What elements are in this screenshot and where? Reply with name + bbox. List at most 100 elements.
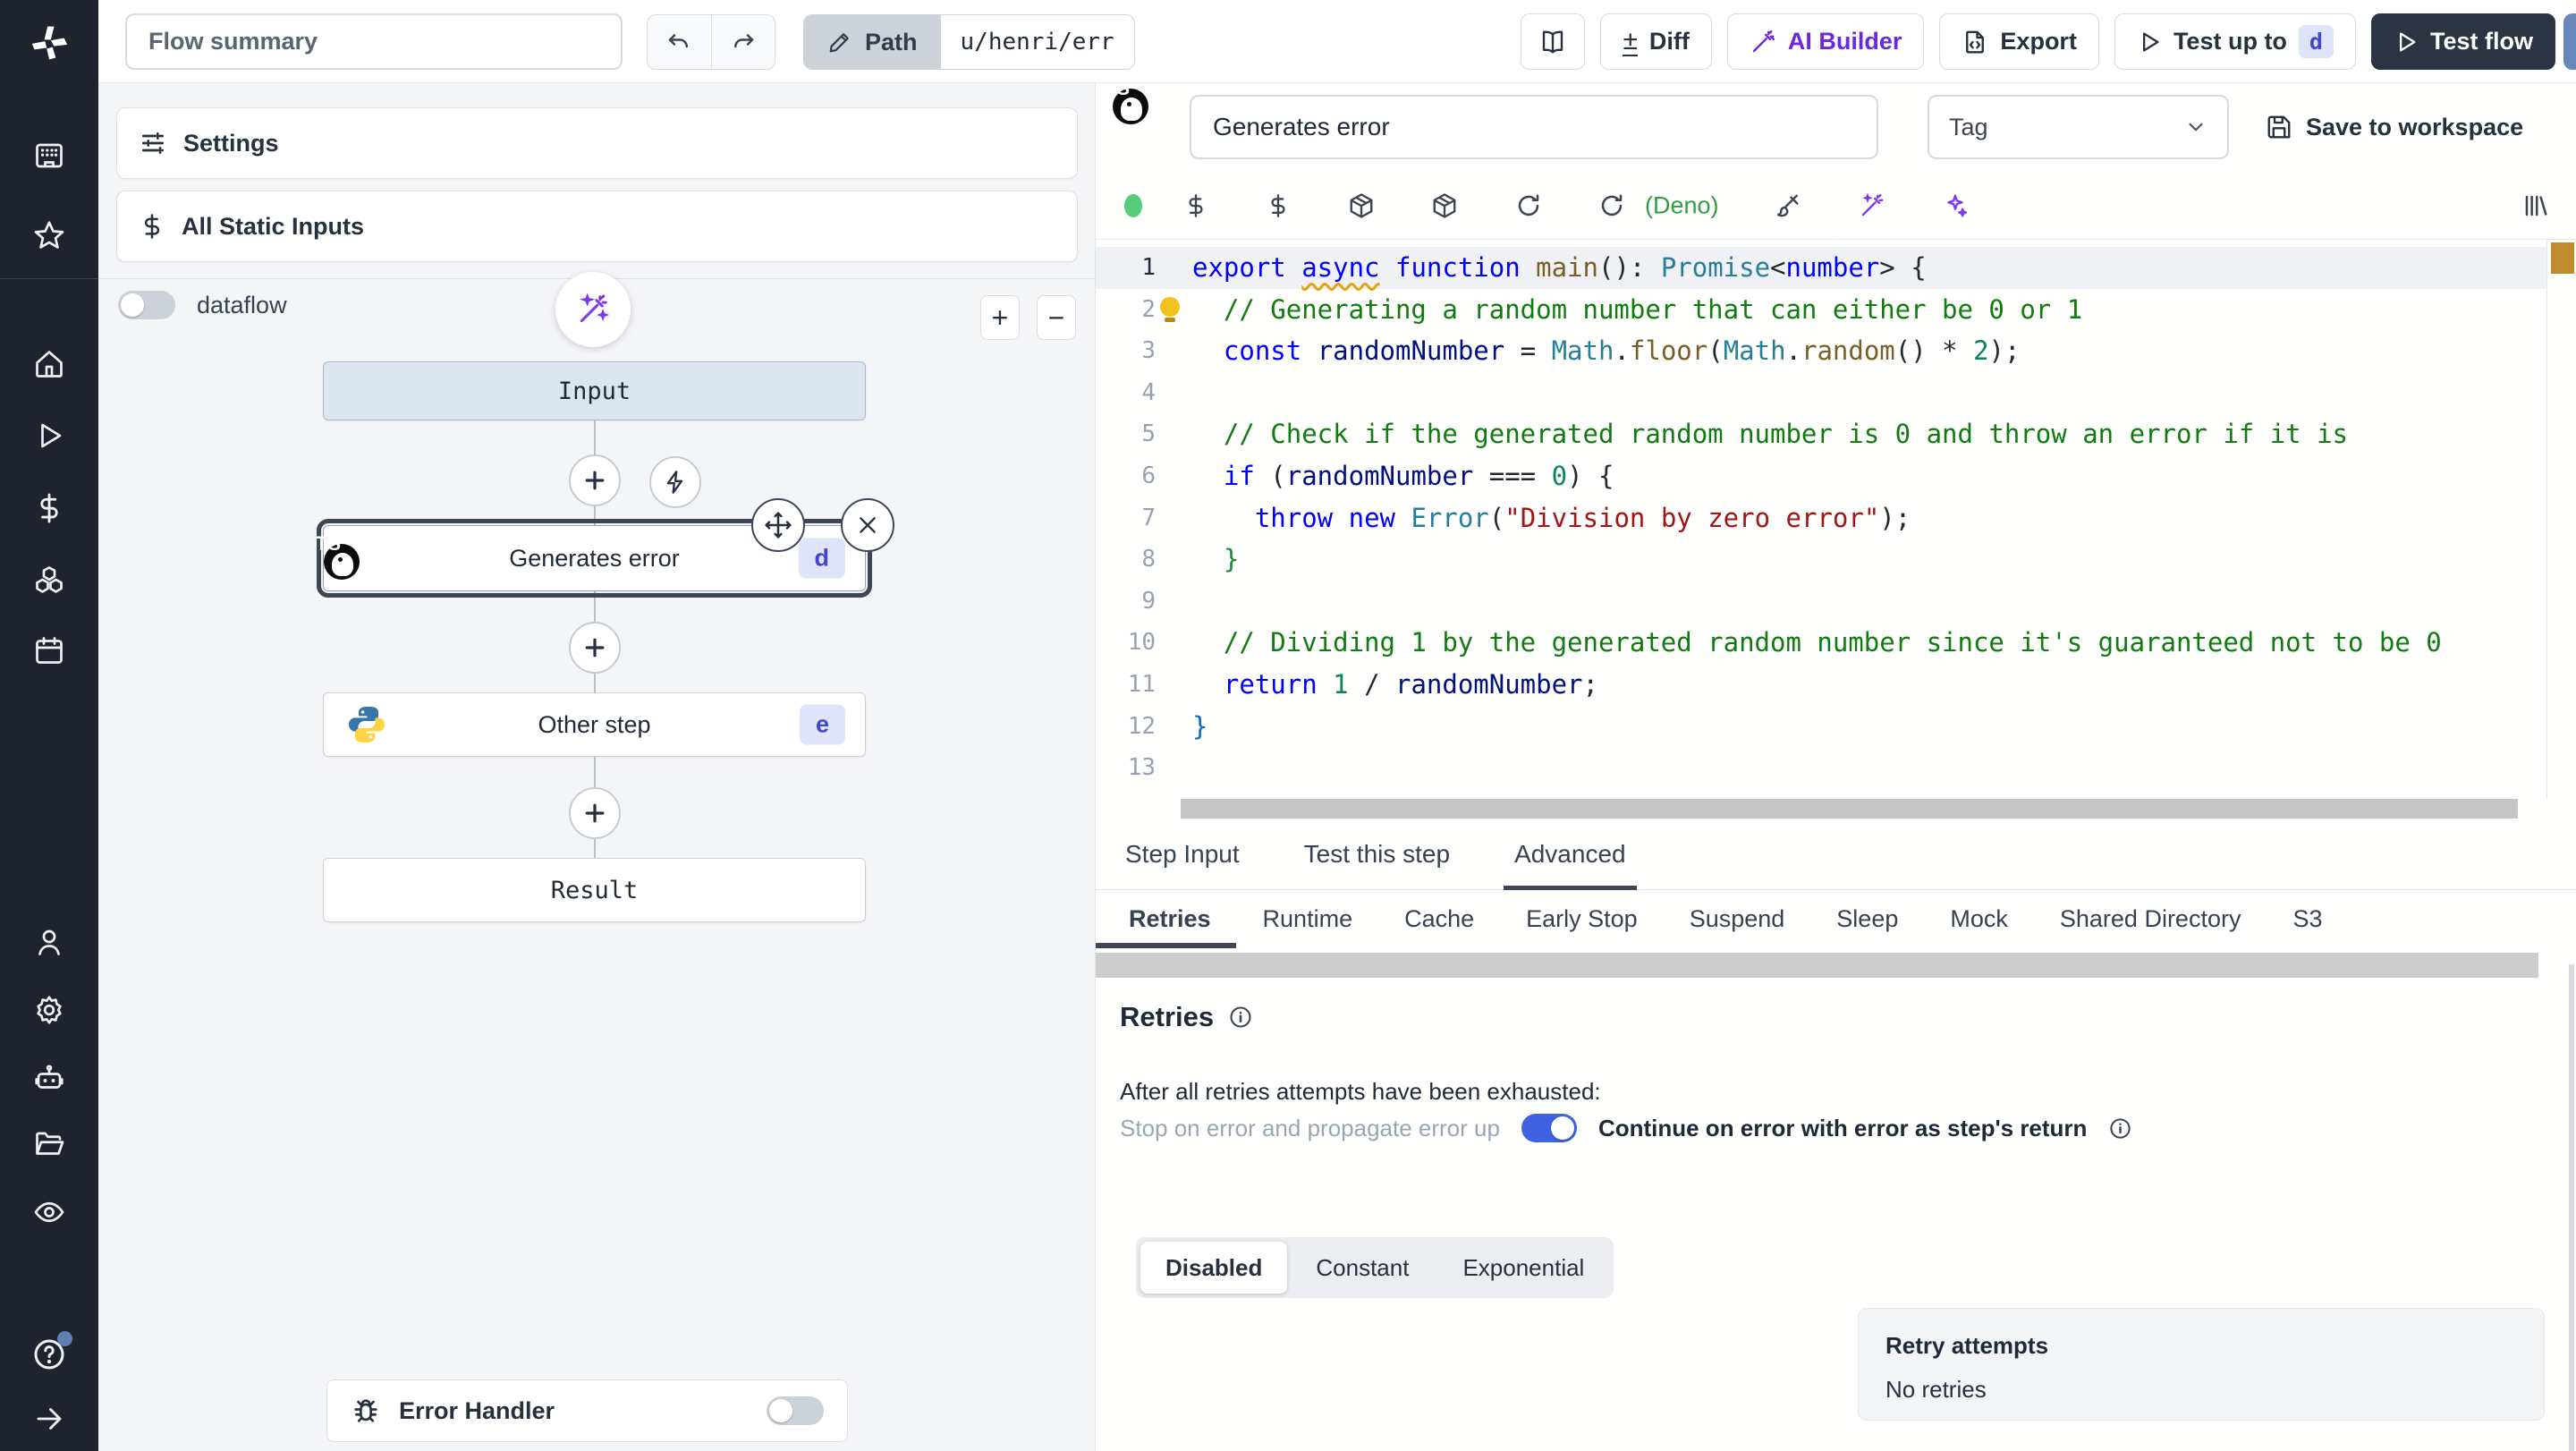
- audit-eye-icon[interactable]: [30, 1192, 69, 1232]
- move-step-button[interactable]: [751, 498, 805, 552]
- redo-button[interactable]: [710, 15, 775, 69]
- variables-icon[interactable]: [30, 488, 69, 528]
- ai-chat-sidebar-stub[interactable]: [2563, 13, 2576, 70]
- code-line[interactable]: [1096, 372, 2546, 414]
- code-line[interactable]: [1096, 747, 2546, 789]
- add-step-button[interactable]: [569, 787, 621, 839]
- subtab-s3[interactable]: S3: [2292, 890, 2322, 948]
- docs-book-button[interactable]: [1521, 13, 1586, 70]
- code-line[interactable]: return 1 / randomNumber;: [1096, 664, 2546, 706]
- undo-button[interactable]: [648, 15, 711, 69]
- line-number: 11: [1127, 670, 1156, 698]
- zoom-out-button[interactable]: −: [1037, 295, 1076, 340]
- dataflow-toggle[interactable]: [118, 291, 175, 319]
- tab-test-this-step[interactable]: Test this step: [1304, 819, 1450, 890]
- flow-summary-input[interactable]: [125, 13, 623, 70]
- save-to-workspace-button[interactable]: Save to workspace: [2266, 95, 2523, 159]
- code-horizontal-scrollbar[interactable]: [1181, 799, 2576, 819]
- add-variable-icon[interactable]: [1183, 193, 1208, 218]
- panel-vertical-scrollbar[interactable]: [2569, 964, 2574, 1451]
- flow-node-input[interactable]: Input: [323, 361, 866, 420]
- subtab-retries[interactable]: Retries: [1096, 890, 1235, 948]
- add-step-button[interactable]: [569, 454, 621, 506]
- path-group[interactable]: Path u/henri/err: [803, 14, 1135, 70]
- subtab-mock[interactable]: Mock: [1950, 890, 2008, 948]
- code-line[interactable]: }: [1096, 706, 2546, 748]
- ai-flow-wand-button[interactable]: [555, 272, 631, 347]
- export-file-icon: [1962, 29, 1988, 55]
- help-icon[interactable]: [30, 1331, 72, 1374]
- runtime-deno-label[interactable]: (Deno): [1645, 192, 1719, 220]
- folders-icon[interactable]: [30, 1124, 69, 1164]
- code-line[interactable]: }: [1096, 539, 2546, 581]
- schedules-icon[interactable]: [30, 631, 69, 670]
- flow-node-other-step[interactable]: Other step e: [323, 692, 866, 757]
- users-icon[interactable]: [30, 922, 69, 962]
- all-static-inputs-label: All Static Inputs: [182, 212, 365, 240]
- retry-strategy-disabled[interactable]: Disabled: [1140, 1242, 1288, 1294]
- collapse-arrow-icon[interactable]: [30, 1399, 69, 1438]
- save-to-workspace-label: Save to workspace: [2306, 113, 2524, 140]
- subtab-suspend[interactable]: Suspend: [1690, 890, 1785, 948]
- tab-advanced[interactable]: Advanced: [1504, 819, 1637, 890]
- reload-runtime-icon[interactable]: [1598, 192, 1625, 219]
- subtab-shared-directory[interactable]: Shared Directory: [2060, 890, 2241, 948]
- editor-toolbar: (Deno): [1096, 173, 2576, 240]
- step-title-input[interactable]: [1190, 95, 1878, 159]
- code-line[interactable]: // Dividing 1 by the generated random nu…: [1096, 622, 2546, 664]
- code-line[interactable]: throw new Error("Division by zero error"…: [1096, 497, 2546, 539]
- library-icon[interactable]: [2522, 192, 2549, 219]
- flow-settings-card[interactable]: Settings: [116, 107, 1078, 179]
- sliders-icon: [139, 129, 167, 157]
- runs-icon[interactable]: [30, 416, 69, 455]
- error-behavior-toggle[interactable]: [1521, 1114, 1577, 1142]
- add-step-button[interactable]: [569, 622, 621, 674]
- windmill-logo-icon[interactable]: [30, 23, 69, 63]
- reload-icon[interactable]: [1515, 192, 1542, 219]
- code-line[interactable]: // Check if the generated random number …: [1096, 413, 2546, 455]
- export-button[interactable]: Export: [1939, 13, 2099, 70]
- workspace-icon[interactable]: [30, 136, 69, 175]
- code-line[interactable]: export async function main(): Promise<nu…: [1096, 247, 2546, 289]
- ai-builder-button[interactable]: AI Builder: [1726, 13, 1925, 70]
- error-handler-toggle[interactable]: [767, 1396, 824, 1425]
- ai-sparkles-icon[interactable]: [1942, 192, 1969, 219]
- favorites-star-icon[interactable]: [30, 216, 69, 255]
- path-edit-button[interactable]: Path: [804, 15, 941, 69]
- code-line[interactable]: // Generating a random number that can e…: [1096, 289, 2546, 331]
- settings-gear-icon[interactable]: [30, 990, 69, 1030]
- code-line[interactable]: const randomNumber = Math.floor(Math.ran…: [1096, 330, 2546, 372]
- test-up-to-button[interactable]: Test up to d: [2114, 13, 2356, 70]
- flow-node-result[interactable]: Result: [323, 858, 866, 922]
- retry-strategy-exponential[interactable]: Exponential: [1437, 1242, 1609, 1294]
- subtab-cache[interactable]: Cache: [1404, 890, 1474, 948]
- subtab-sleep[interactable]: Sleep: [1836, 890, 1898, 948]
- diff-button[interactable]: ± Diff: [1600, 13, 1712, 70]
- subtab-early-stop[interactable]: Early Stop: [1526, 890, 1638, 948]
- home-icon[interactable]: [30, 344, 69, 384]
- tab-step-input[interactable]: Step Input: [1125, 819, 1240, 890]
- info-icon[interactable]: [1228, 1005, 1253, 1030]
- retry-strategy-constant[interactable]: Constant: [1291, 1242, 1434, 1294]
- add-resource-icon[interactable]: [1266, 193, 1291, 218]
- package-icon[interactable]: [1431, 192, 1458, 219]
- package-icon[interactable]: [1348, 192, 1375, 219]
- ai-builder-label: AI Builder: [1787, 28, 1902, 55]
- subtab-runtime[interactable]: Runtime: [1263, 890, 1353, 948]
- trigger-bolt-button[interactable]: [649, 456, 701, 508]
- ai-wand-icon[interactable]: [1859, 192, 1885, 219]
- zoom-in-button[interactable]: +: [980, 295, 1020, 340]
- tag-select[interactable]: Tag: [1928, 95, 2229, 159]
- code-line[interactable]: [1096, 581, 2546, 623]
- delete-step-button[interactable]: [841, 498, 894, 552]
- format-brush-icon[interactable]: [1775, 192, 1802, 219]
- test-flow-button[interactable]: Test flow: [2370, 13, 2555, 70]
- code-line[interactable]: if (randomNumber === 0) {: [1096, 455, 2546, 497]
- error-handler-node[interactable]: Error Handler: [326, 1379, 848, 1442]
- info-icon[interactable]: [2108, 1116, 2132, 1141]
- code-editor[interactable]: export async function main(): Promise<nu…: [1096, 240, 2576, 799]
- resources-icon[interactable]: [30, 560, 69, 599]
- ai-robot-icon[interactable]: [30, 1058, 69, 1098]
- all-static-inputs-card[interactable]: All Static Inputs: [116, 191, 1078, 262]
- subtabs-scrollbar[interactable]: [1096, 953, 2538, 978]
